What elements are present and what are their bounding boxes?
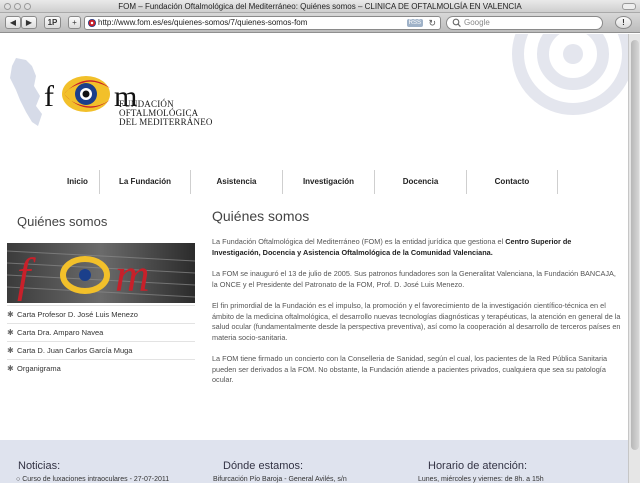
star-bullet-icon: ✱ [7,328,14,337]
nav-item-inicio[interactable]: Inicio [56,170,100,194]
paragraph-inauguration: La FOM se inauguró el 13 de julio de 200… [212,269,616,289]
paragraph-intro: La Fundación Oftalmológica del Mediterrá… [212,237,622,258]
page-title: Quiénes somos [212,208,310,224]
web-page: f m FUNDACIÓN OFTALMOLÓGICA DEL MEDITERR… [0,34,628,483]
add-bookmark-button[interactable]: + [68,16,81,29]
nav-item-investigacion[interactable]: Investigación [283,170,375,194]
star-bullet-icon: ✱ [7,346,14,355]
reload-icon[interactable]: ↻ [428,17,436,29]
main-nav: Inicio La Fundación Asistencia Investiga… [0,170,628,194]
footer-hours-text: Lunes, miércoles y viernes: de 8h. a 15h [418,476,544,483]
search-placeholder: Google [464,18,490,27]
star-bullet-icon: ✱ [7,364,14,373]
footer-news-item-label: Curso de luxaciones intraoculares - 27-0… [22,476,170,483]
info-button[interactable]: ! [615,16,632,29]
star-bullet-icon: ✱ [7,310,14,319]
scrollbar-thumb[interactable] [631,40,639,450]
svg-text:f: f [44,80,54,113]
sidebar-item-label: Carta Dra. Amparo Navea [17,328,104,337]
nav-item-asistencia[interactable]: Asistencia [191,170,283,194]
footer-news-item[interactable]: ○ Curso de luxaciones intraoculares - 27… [16,476,169,483]
intro-text: La Fundación Oftalmológica del Mediterrá… [212,237,506,246]
footer-location-title: Dónde estamos: [223,460,304,472]
page-footer: Noticias: ○ Curso de luxaciones intraocu… [0,440,628,483]
nav-item-la-fundacion[interactable]: La Fundación [100,170,191,194]
decorative-swirl-graphic [512,34,628,115]
sidebar-list: ✱ Carta Profesor D. José Luis Menezo ✱ Car… [7,305,195,377]
sidebar-item-organigrama[interactable]: ✱ Organigrama [7,359,195,377]
sidebar-item-label: Carta D. Juan Carlos García Muga [17,346,133,355]
minimize-window-button[interactable] [14,3,21,10]
url-text: http://www.fom.es/es/quienes-somos/7/qui… [98,18,308,27]
logo-line-3: DEL MEDITERRÁNEO [119,117,213,127]
svg-text:m: m [115,249,150,302]
toolbar-toggle-button[interactable] [622,3,636,10]
footer-location-text: Bifurcación Pío Baroja - General Avilés,… [213,476,347,483]
paragraph-agreement: La FOM tiene firmado un concierto con la… [212,354,608,384]
zoom-window-button[interactable] [24,3,31,10]
forward-button[interactable]: ▶ [21,16,37,29]
logo-text: FUNDACIÓN OFTALMOLÓGICA DEL MEDITERRÁNEO [119,100,213,127]
main-content: La Fundación Oftalmológica del Mediterrá… [212,237,622,397]
sidebar-title: Quiénes somos [17,214,108,229]
nav-item-docencia[interactable]: Docencia [375,170,467,194]
sidebar-item-carta-garcia-muga[interactable]: ✱ Carta D. Juan Carlos García Muga [7,341,195,359]
window-title-bar: FOM – Fundación Oftalmológica del Medite… [0,0,640,13]
sidebar-item-carta-navea[interactable]: ✱ Carta Dra. Amparo Navea [7,323,195,341]
footer-news-title: Noticias: [18,460,61,472]
site-favicon-icon [88,19,96,27]
nav-item-contacto[interactable]: Contacto [467,170,558,194]
sidebar-item-carta-menezo[interactable]: ✱ Carta Profesor D. José Luis Menezo [7,305,195,323]
close-window-button[interactable] [4,3,11,10]
footer-hours-title: Horario de atención: [428,460,528,472]
paragraph-purpose: El fin primordial de la Fundación es el … [212,301,621,342]
address-bar[interactable]: http://www.fom.es/es/quienes-somos/7/qui… [84,16,441,30]
onepassword-button[interactable]: 1P [44,16,61,29]
browser-toolbar: ◀ ▶ 1P + http://www.fom.es/es/quienes-so… [0,13,640,33]
search-icon [452,17,461,33]
back-button[interactable]: ◀ [5,16,21,29]
page-scrollbar[interactable] [628,34,640,483]
sidebar-item-label: Carta Profesor D. José Luis Menezo [17,310,138,319]
window-title: FOM – Fundación Oftalmológica del Medite… [118,2,522,11]
sidebar-banner-image: f m [7,243,195,303]
search-field[interactable]: Google [446,16,603,30]
sidebar-item-label: Organigrama [17,364,61,373]
rss-icon[interactable]: RSS [406,19,423,27]
